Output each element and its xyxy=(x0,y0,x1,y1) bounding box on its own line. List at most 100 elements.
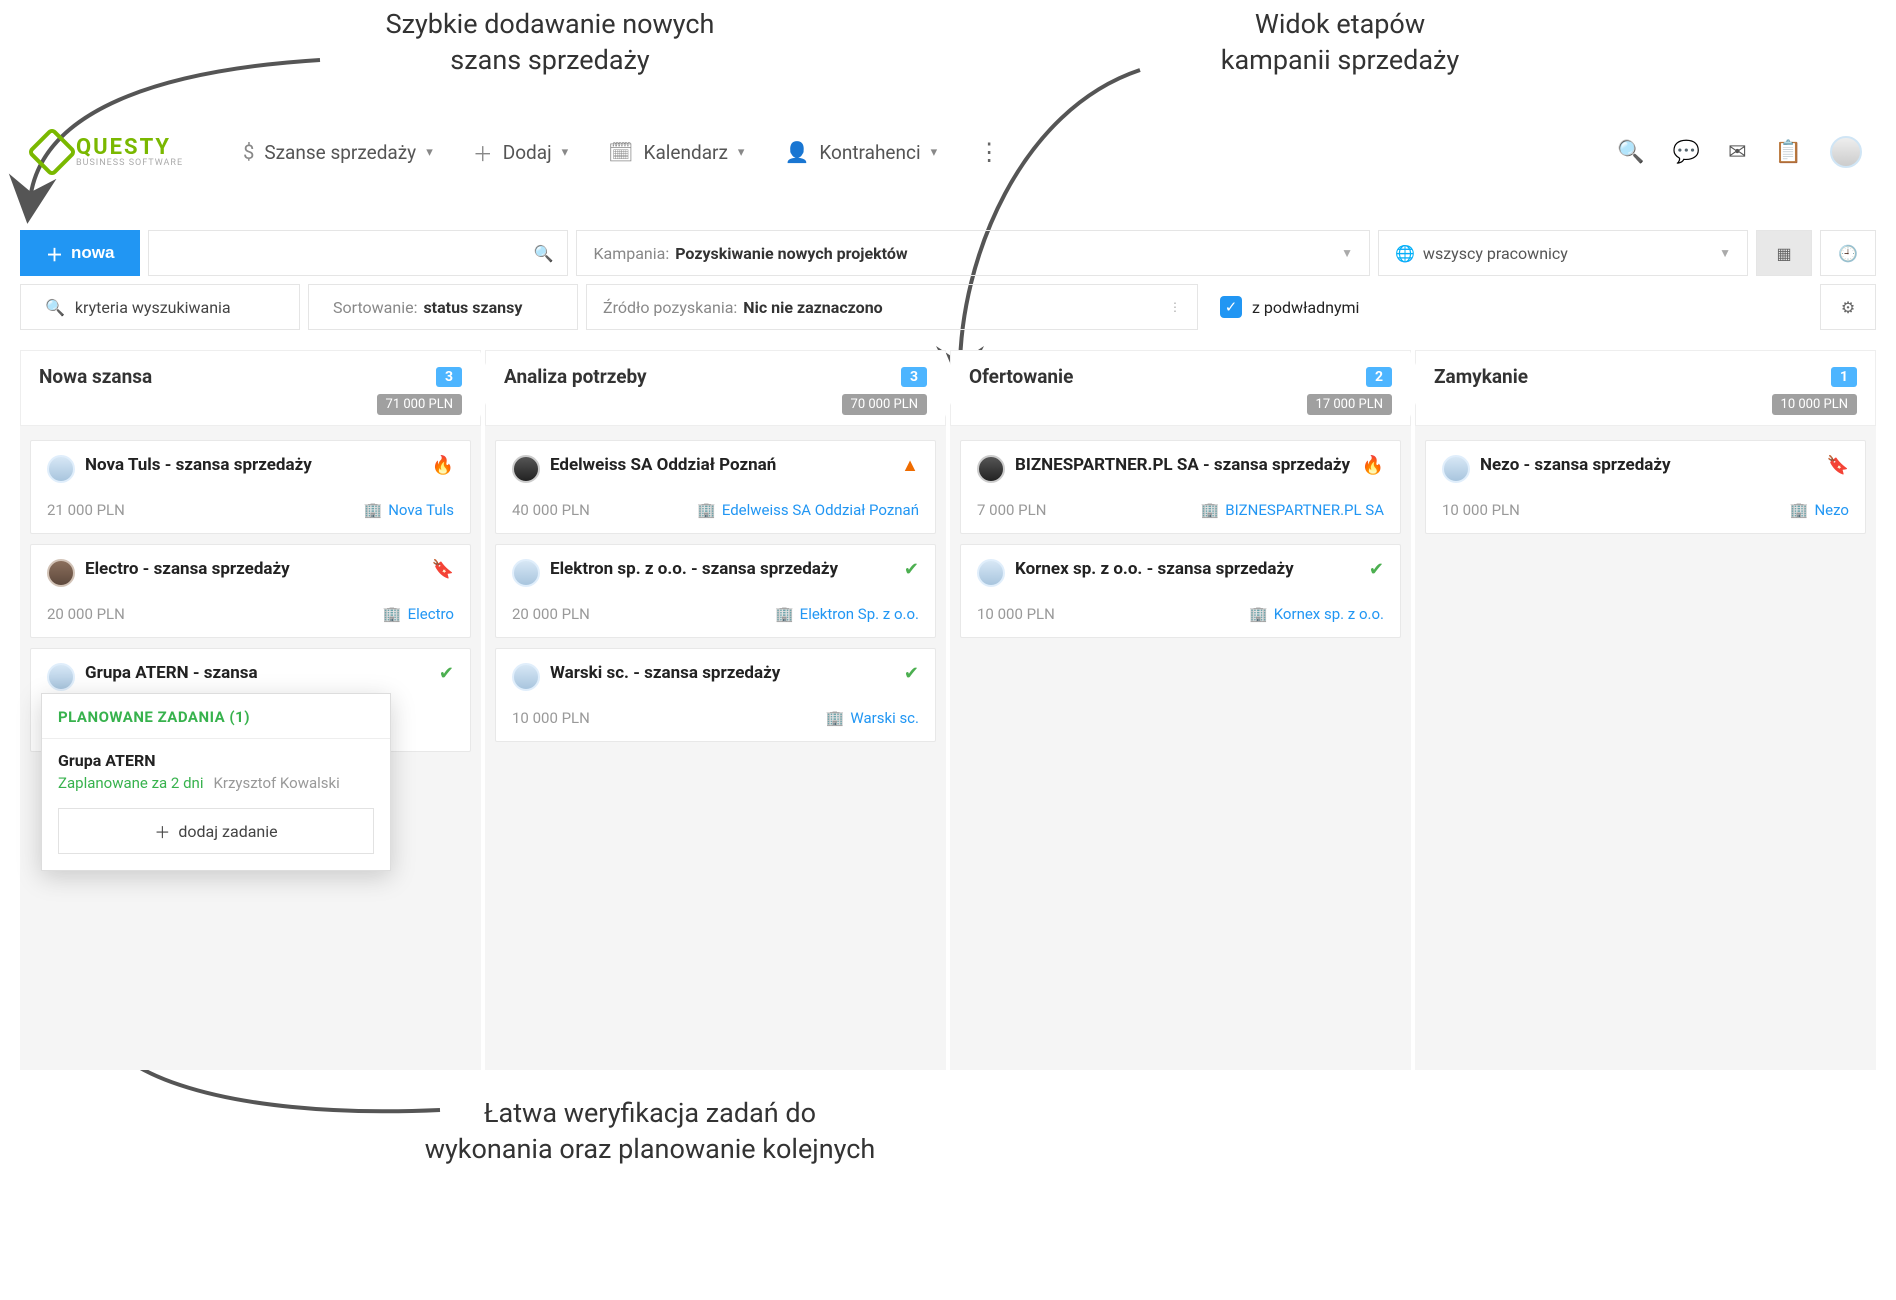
column-title: Ofertowanie xyxy=(969,365,1073,388)
clock-icon: 🕘 xyxy=(1838,244,1858,263)
column-closing: Zamykanie 1 10 000 PLN Nezo - szansa spr… xyxy=(1415,350,1876,1070)
opportunity-card[interactable]: Electro - szansa sprzedaży 🔖 20 000 PLN … xyxy=(30,544,471,638)
view-kanban-button[interactable]: ▦ xyxy=(1756,230,1812,276)
card-amount: 20 000 PLN xyxy=(512,605,590,623)
avatar-icon xyxy=(512,455,540,483)
employee-select[interactable]: 🌐 wszyscy pracownicy ▼ xyxy=(1378,230,1748,276)
nav-contractors-label: Kontrahenci xyxy=(819,141,920,164)
campaign-label: Kampania: xyxy=(593,244,669,263)
person-icon: 👤 xyxy=(784,140,809,164)
avatar-icon xyxy=(977,559,1005,587)
gear-icon: ⚙ xyxy=(1841,298,1855,317)
avatar-icon xyxy=(47,455,75,483)
card-company-link[interactable]: 🏢Nezo xyxy=(1790,501,1849,519)
check-icon: ✔ xyxy=(1369,559,1384,580)
column-count: 2 xyxy=(1366,367,1392,387)
grid-icon: ▦ xyxy=(1776,244,1791,263)
opportunity-card[interactable]: Nova Tuls - szansa sprzedaży 🔥 21 000 PL… xyxy=(30,440,471,534)
popover-header: PLANOWANE ZADANIA (1) xyxy=(58,708,374,726)
settings-button[interactable]: ⚙ xyxy=(1820,284,1876,330)
caret-down-icon: ▼ xyxy=(1703,246,1731,260)
sort-select[interactable]: Sortowanie: status szansy xyxy=(308,284,578,330)
clipboard-icon[interactable]: 📋 xyxy=(1775,140,1802,165)
building-icon: 🏢 xyxy=(697,501,716,519)
plus-icon: ＋ xyxy=(46,241,63,266)
column-header[interactable]: Analiza potrzeby 3 70 000 PLN xyxy=(485,350,946,426)
task-owner: Krzysztof Kowalski xyxy=(213,774,339,792)
user-avatar[interactable] xyxy=(1830,136,1862,168)
plus-icon: ＋ xyxy=(154,819,170,843)
chat-icon[interactable]: 💬 xyxy=(1673,140,1700,165)
opportunity-card[interactable]: Kornex sp. z o.o. - szansa sprzedaży ✔ 1… xyxy=(960,544,1401,638)
column-count: 1 xyxy=(1831,367,1857,387)
opportunity-card[interactable]: Warski sc. - szansa sprzedaży ✔ 10 000 P… xyxy=(495,648,936,742)
nav-calendar[interactable]: 🗓 Kalendarz ▾ xyxy=(608,140,744,164)
plus-icon: ＋ xyxy=(473,138,493,167)
source-select[interactable]: Źródło pozyskania: Nic nie zaznaczono ⋮ xyxy=(586,284,1198,330)
card-company-link[interactable]: 🏢Nova Tuls xyxy=(364,501,455,519)
view-history-button[interactable]: 🕘 xyxy=(1820,230,1876,276)
building-icon: 🏢 xyxy=(1249,605,1268,623)
with-sub-label: z podwładnymi xyxy=(1252,298,1359,317)
calendar-icon: 🗓 xyxy=(608,140,633,164)
fire-icon: 🔥 xyxy=(1362,455,1384,476)
campaign-select[interactable]: Kampania: Pozyskiwanie nowych projektów … xyxy=(576,230,1370,276)
card-amount: 20 000 PLN xyxy=(47,605,125,623)
column-title: Zamykanie xyxy=(1434,365,1528,388)
opportunity-card[interactable]: Edelweiss SA Oddział Poznań ▲ 40 000 PLN… xyxy=(495,440,936,534)
dollar-icon: $ xyxy=(243,140,254,164)
criteria-button[interactable]: 🔍 kryteria wyszukiwania xyxy=(20,284,300,330)
logo[interactable]: QUESTY BUSINESS SOFTWARE xyxy=(34,134,183,170)
nav-add[interactable]: ＋ Dodaj ▾ xyxy=(473,138,568,167)
check-icon: ✔ xyxy=(439,663,454,684)
column-sum: 70 000 PLN xyxy=(842,394,927,415)
column-title: Nowa szansa xyxy=(39,365,152,388)
column-header[interactable]: Ofertowanie 2 17 000 PLN xyxy=(950,350,1411,426)
search-input[interactable]: 🔍 xyxy=(148,230,568,276)
add-task-button[interactable]: ＋dodaj zadanie xyxy=(58,808,374,854)
topbar: QUESTY BUSINESS SOFTWARE $ Szanse sprzed… xyxy=(24,122,1872,182)
search-icon[interactable]: 🔍 xyxy=(1617,140,1644,165)
opportunity-card[interactable]: BIZNESPARTNER.PL SA - szansa sprzedaży 🔥… xyxy=(960,440,1401,534)
with-subordinates-checkbox[interactable]: ✓ z podwładnymi xyxy=(1206,284,1812,330)
search-field[interactable] xyxy=(163,244,533,262)
column-offering: Ofertowanie 2 17 000 PLN BIZNESPARTNER.P… xyxy=(950,350,1411,1070)
column-header[interactable]: Zamykanie 1 10 000 PLN xyxy=(1415,350,1876,426)
card-title: Kornex sp. z o.o. - szansa sprzedaży xyxy=(1015,559,1359,580)
check-icon: ✔ xyxy=(904,559,919,580)
sort-value: status szansy xyxy=(423,298,522,317)
column-header[interactable]: Nowa szansa 3 71 000 PLN xyxy=(20,350,481,426)
topbar-actions: 🔍 💬 ✉ 📋 xyxy=(1617,136,1862,168)
card-title: Warski sc. - szansa sprzedaży xyxy=(550,663,894,684)
card-title: Nova Tuls - szansa sprzedaży xyxy=(85,455,422,476)
new-button[interactable]: ＋ nowa xyxy=(20,230,140,276)
logo-icon xyxy=(27,127,78,178)
source-value: Nic nie zaznaczono xyxy=(743,298,882,317)
nav-opportunities[interactable]: $ Szanse sprzedaży ▾ xyxy=(243,140,433,164)
card-amount: 7 000 PLN xyxy=(977,501,1046,519)
avatar-icon xyxy=(512,663,540,691)
card-company-link[interactable]: 🏢Warski sc. xyxy=(826,709,919,727)
card-amount: 40 000 PLN xyxy=(512,501,590,519)
mail-icon[interactable]: ✉ xyxy=(1728,140,1746,165)
card-company-link[interactable]: 🏢Electro xyxy=(383,605,454,623)
opportunity-card[interactable]: Nezo - szansa sprzedaży 🔖 10 000 PLN 🏢Ne… xyxy=(1425,440,1866,534)
column-sum: 71 000 PLN xyxy=(377,394,462,415)
card-company-link[interactable]: 🏢Edelweiss SA Oddział Poznań xyxy=(697,501,919,519)
card-title: Edelweiss SA Oddział Poznań xyxy=(550,455,891,476)
building-icon: 🏢 xyxy=(775,605,794,623)
nav-contractors[interactable]: 👤 Kontrahenci ▾ xyxy=(784,140,937,164)
annotation-stages: Widok etapówkampanii sprzedaży xyxy=(1140,6,1540,79)
card-company-link[interactable]: 🏢Elektron Sp. z o.o. xyxy=(775,605,919,623)
nav-more[interactable]: ⋮ xyxy=(977,138,1001,166)
card-title: Nezo - szansa sprzedaży xyxy=(1480,455,1817,476)
building-icon: 🏢 xyxy=(1790,501,1809,519)
opportunity-card[interactable]: Grupa ATERN - szansa ✔ PLANOWANE ZADANIA… xyxy=(30,648,471,752)
annotation-tasks: Łatwa weryfikacja zadań dowykonania oraz… xyxy=(370,1095,930,1168)
card-company-link[interactable]: 🏢Kornex sp. z o.o. xyxy=(1249,605,1384,623)
card-title: Electro - szansa sprzedaży xyxy=(85,559,422,580)
opportunity-card[interactable]: Elektron sp. z o.o. - szansa sprzedaży ✔… xyxy=(495,544,936,638)
card-company-link[interactable]: 🏢BIZNESPARTNER.PL SA xyxy=(1201,501,1384,519)
globe-icon: 🌐 xyxy=(1395,244,1415,263)
building-icon: 🏢 xyxy=(383,605,402,623)
